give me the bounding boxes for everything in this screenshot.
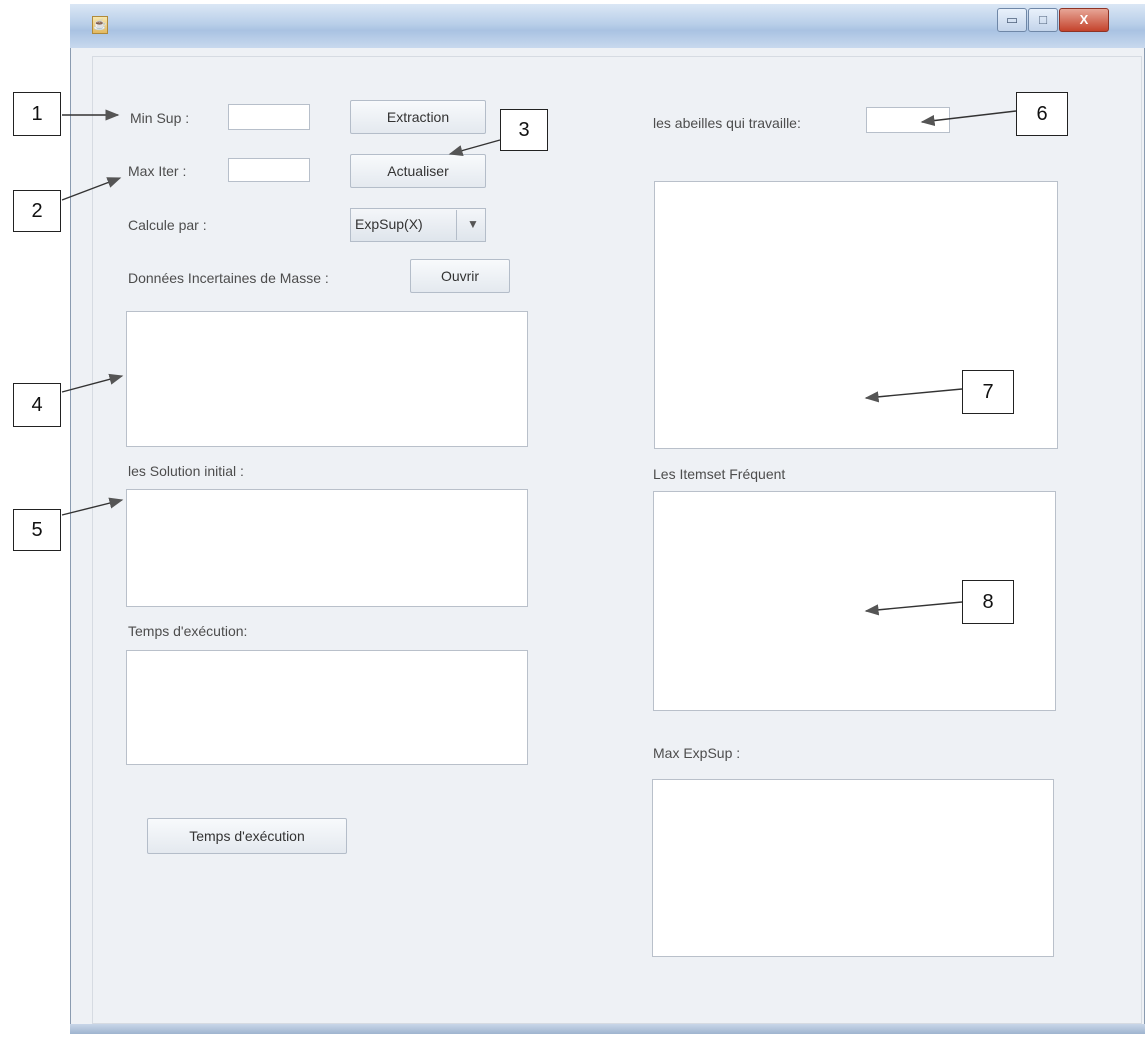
arrow-8 <box>864 601 963 616</box>
callout-6: 6 <box>1016 92 1068 136</box>
annotation-arrows <box>61 109 1017 616</box>
callout-5: 5 <box>13 509 61 551</box>
callout-1: 1 <box>13 92 61 136</box>
callout-7: 7 <box>962 370 1014 414</box>
arrow-3 <box>448 139 501 156</box>
arrow-6 <box>920 110 1017 127</box>
callout-4: 4 <box>13 383 61 427</box>
arrow-4 <box>61 373 124 393</box>
arrow-2 <box>61 177 122 201</box>
arrow-5 <box>61 497 124 516</box>
callout-3: 3 <box>500 109 548 151</box>
callout-8: 8 <box>962 580 1014 624</box>
arrow-7 <box>864 388 963 403</box>
callout-2: 2 <box>13 190 61 232</box>
